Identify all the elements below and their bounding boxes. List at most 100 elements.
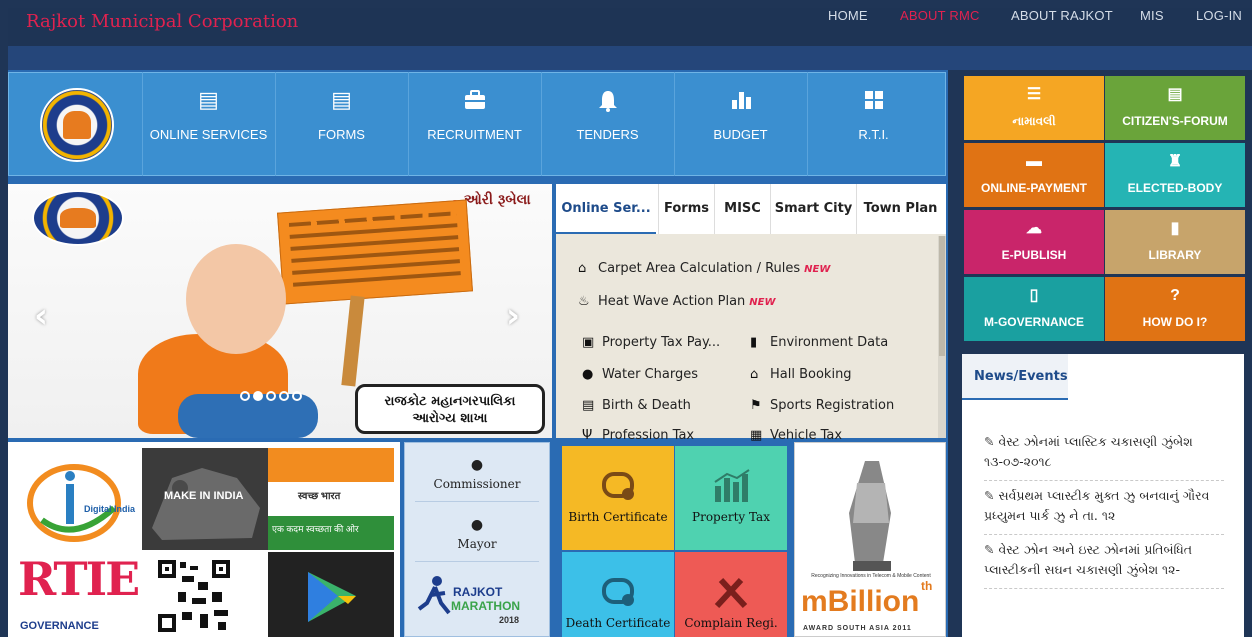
book-icon: ▮ xyxy=(1170,220,1180,237)
fire-icon: ♨ xyxy=(578,294,590,309)
upload-icon: ☁ xyxy=(1026,220,1042,237)
mayor-link[interactable]: ● Mayor xyxy=(405,517,549,551)
nav-tenders[interactable]: TENDERS xyxy=(541,72,673,176)
scroll-icon xyxy=(562,468,674,515)
services-scrollbar[interactable] xyxy=(938,236,946,438)
nav-online-services[interactable]: ▤ ONLINE SERVICES xyxy=(142,72,274,176)
register-icon: ▤ xyxy=(582,398,595,413)
swachh-bharat-tile[interactable]: स्वच्छ भारत एक कदम स्वच्छता की ओर xyxy=(268,448,394,550)
online-payment-tile[interactable]: ▬ ONLINE-PAYMENT xyxy=(964,143,1104,207)
carousel-next-icon[interactable]: › xyxy=(506,296,520,336)
link-property-tax[interactable]: ▣ Property Tax Pay... xyxy=(582,335,720,350)
document-icon: ▤ xyxy=(1167,86,1183,103)
list-icon: ▤ xyxy=(331,88,352,113)
citizens-forum-tile[interactable]: ▤ CITIZEN'S-FORUM xyxy=(1105,76,1245,140)
officials-panel: ● Commissioner ● Mayor RAJKOT MARATHON 201… xyxy=(404,442,550,637)
qr-code-tile[interactable] xyxy=(142,552,268,637)
nav-recruitment[interactable]: RECRUITMENT xyxy=(408,72,540,176)
nav-budget[interactable]: BUDGET xyxy=(674,72,806,176)
bar-chart-icon xyxy=(675,468,787,513)
news-item[interactable]: ✎ સર્વપ્રથમ પ્લાસ્ટીક મુક્ત ઝુ બનવાનું ગૌ… xyxy=(984,486,1224,535)
campaign-grid: Digital India MAKE IN INDIA स्वच्छ भारत … xyxy=(8,442,400,637)
namavali-tile[interactable]: ☰ નામાવલી xyxy=(964,76,1104,140)
bar-chart-icon xyxy=(730,90,752,115)
user-icon: ● xyxy=(470,517,484,533)
link-sports-registration[interactable]: ⚑ Sports Registration xyxy=(750,398,894,413)
link-profession-tax[interactable]: Ψ Profession Tax xyxy=(582,428,694,443)
chess-icon: ♜ xyxy=(1167,153,1183,170)
tab-forms[interactable]: Forms xyxy=(658,184,714,234)
paperclip-icon: ✎ xyxy=(984,542,995,557)
home-icon: ⌂ xyxy=(578,261,587,276)
sports-icon: ⚑ xyxy=(750,398,762,413)
e-publish-tile[interactable]: ☁ E-PUBLISH xyxy=(964,210,1104,274)
link-vehicle-tax[interactable]: ▦ Vehicle Tax xyxy=(750,428,842,443)
paperclip-icon: ✎ xyxy=(984,434,995,449)
map-icon: ▮ xyxy=(750,335,758,350)
link-hall-booking[interactable]: ⌂ Hall Booking xyxy=(750,367,852,382)
site-title[interactable]: Rajkot Municipal Corporation xyxy=(26,11,298,32)
complain-registration-tile[interactable]: Complain Regi. xyxy=(675,552,787,637)
user-icon: ● xyxy=(470,457,484,473)
digital-india-tile[interactable]: Digital India xyxy=(14,448,142,550)
nav-about-rmc[interactable]: ABOUT RMC xyxy=(900,8,980,23)
link-carpet-area[interactable]: ⌂ Carpet Area Calculation / Rules NEW xyxy=(578,261,830,276)
death-certificate-tile[interactable]: Death Certificate xyxy=(562,552,674,637)
tab-misc[interactable]: MISC xyxy=(714,184,770,234)
list-icon: ▤ xyxy=(198,88,219,113)
bell-icon xyxy=(598,90,618,117)
nav-rti[interactable]: R.T.I. xyxy=(807,72,939,176)
tab-online-services[interactable]: Online Ser... xyxy=(556,184,656,234)
sub-bar xyxy=(8,46,1252,70)
tab-smart-city[interactable]: Smart City xyxy=(770,184,856,234)
news-item[interactable]: ✎ વેસ્ટ ઝોન અને ઇસ્ટ ઝોનમાં પ્રતિબંધિત પ્… xyxy=(984,540,1224,589)
nav-forms[interactable]: ▤ FORMS xyxy=(275,72,407,176)
rtie-governance-tile[interactable]: RTIE GOVERNANCE xyxy=(14,552,142,637)
m-governance-tile[interactable]: ▯ M-GOVERNANCE xyxy=(964,277,1104,341)
property-tax-tile[interactable]: Property Tax xyxy=(675,446,787,550)
hero-carousel[interactable]: ઓરી રૂબેલા રાજકોટ મહાનગરપાલિકા આરોગ્ય શા… xyxy=(8,184,552,438)
paperclip-icon: ✎ xyxy=(984,488,995,503)
mbillion-award-banner[interactable]: Recognizing Innovations in Telecom & Mob… xyxy=(794,442,946,637)
building-icon: ⌂ xyxy=(750,367,759,382)
link-water-charges[interactable]: ● Water Charges xyxy=(582,367,698,382)
carousel-indicators[interactable] xyxy=(240,386,305,401)
link-birth-death[interactable]: ▤ Birth & Death xyxy=(582,398,691,413)
briefcase-icon xyxy=(464,90,486,115)
nav-home[interactable]: HOME xyxy=(828,8,868,23)
sign-board-image xyxy=(277,199,473,305)
play-store-tile[interactable] xyxy=(268,552,394,637)
tab-news-events[interactable]: News/Events xyxy=(962,354,1068,400)
vehicle-icon: ▦ xyxy=(750,428,763,443)
nav-login[interactable]: LOG-IN xyxy=(1196,8,1242,23)
marathon-banner[interactable]: RAJKOT MARATHON 2018 xyxy=(413,573,541,633)
rmc-logo[interactable] xyxy=(8,72,140,176)
nav-about-rajkot[interactable]: ABOUT RAJKOT xyxy=(1011,8,1113,23)
scroll-icon xyxy=(562,574,674,621)
tab-town-plan[interactable]: Town Plan xyxy=(856,184,944,234)
elected-body-tile[interactable]: ♜ ELECTED-BODY xyxy=(1105,143,1245,207)
tools-icon xyxy=(675,574,787,621)
scale-icon: Ψ xyxy=(582,428,593,443)
banner-caption: રાજકોટ મહાનગરપાલિકા આરોગ્ય શાખા xyxy=(355,384,545,434)
news-events-panel: News/Events ✎ વેસ્ટ ઝોનમાં પ્લાસ્ટિક ચકાસ… xyxy=(962,354,1244,637)
birth-certificate-tile[interactable]: Birth Certificate xyxy=(562,446,674,550)
commissioner-link[interactable]: ● Commissioner xyxy=(405,457,549,491)
link-environment-data[interactable]: ▮ Environment Data xyxy=(750,335,888,350)
grid-icon xyxy=(864,90,884,115)
nav-mis[interactable]: MIS xyxy=(1140,8,1164,23)
library-tile[interactable]: ▮ LIBRARY xyxy=(1105,210,1245,274)
water-drop-icon: ● xyxy=(582,367,594,382)
carousel-prev-icon[interactable]: ‹ xyxy=(34,296,48,336)
tab-bar: Online Ser... Forms MISC Smart City Town… xyxy=(556,184,946,234)
rmc-emblem-icon xyxy=(32,190,124,246)
list-icon: ☰ xyxy=(1026,86,1042,103)
rmc-emblem-icon xyxy=(40,88,114,162)
invoice-icon: ▣ xyxy=(582,335,595,350)
news-item[interactable]: ✎ વેસ્ટ ઝોનમાં પ્લાસ્ટિક ચકાસણી ઝુંબેશ ૧૩… xyxy=(984,432,1224,481)
how-do-i-tile[interactable]: ? HOW DO I? xyxy=(1105,277,1245,341)
mobile-icon: ▯ xyxy=(1029,287,1039,304)
help-icon: ? xyxy=(1170,287,1180,304)
make-in-india-tile[interactable]: MAKE IN INDIA xyxy=(142,448,268,550)
link-heat-wave[interactable]: ♨ Heat Wave Action Plan NEW xyxy=(578,294,776,309)
